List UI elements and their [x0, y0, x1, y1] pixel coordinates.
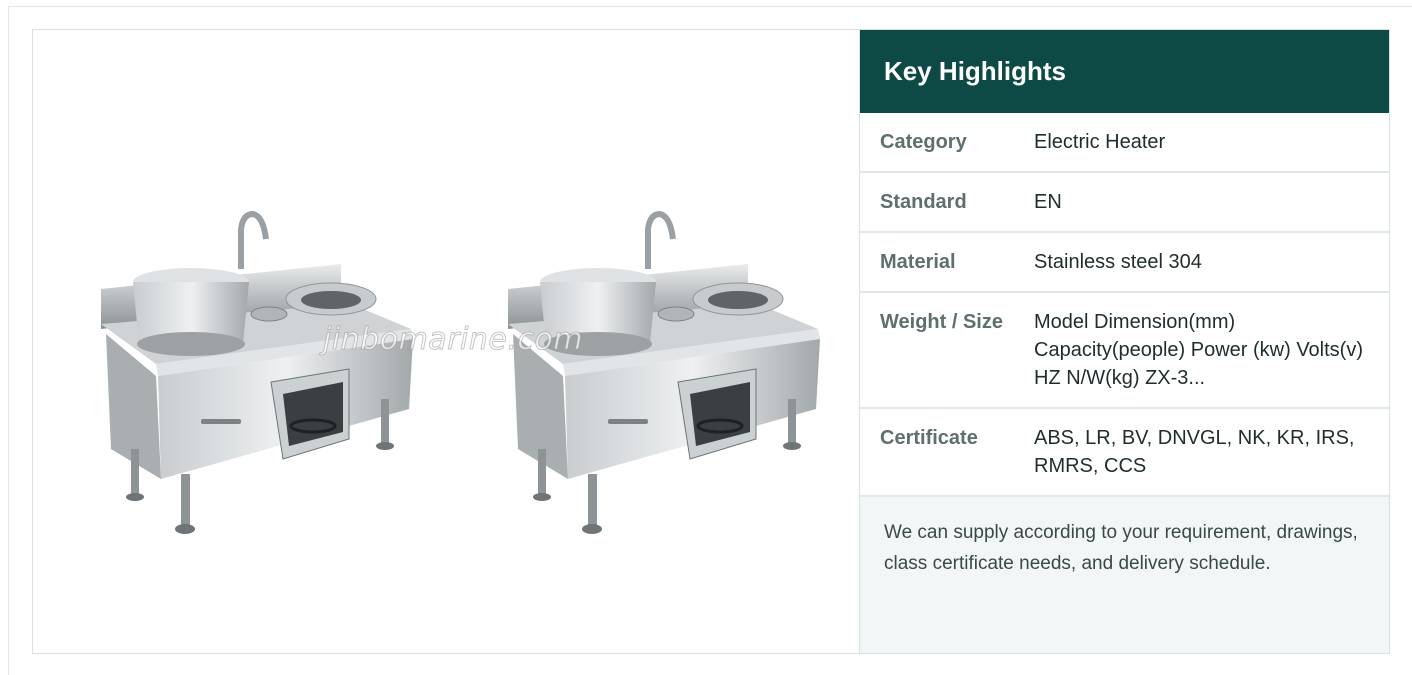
spec-row-weight-size: Weight / Size Model Dimension(mm) Capaci… [860, 292, 1389, 409]
spec-row-material: Material Stainless steel 304 [860, 232, 1389, 293]
spec-label: Weight / Size [860, 292, 1034, 409]
supply-note: We can supply according to your requirem… [860, 497, 1389, 653]
spec-value: Model Dimension(mm) Capacity(people) Pow… [1034, 292, 1389, 409]
spec-value: Stainless steel 304 [1034, 232, 1389, 293]
spec-value: EN [1034, 172, 1389, 233]
spec-row-certificate: Certificate ABS, LR, BV, DNVGL, NK, KR, … [860, 408, 1389, 497]
key-highlights-title: Key Highlights [860, 30, 1389, 113]
watermark-text: jinbomarine.com [323, 322, 583, 358]
spec-row-category: Category Electric Heater [860, 113, 1389, 173]
spec-table: Category Electric Heater Standard EN Mat… [860, 113, 1389, 497]
spec-label: Certificate [860, 408, 1034, 497]
spec-value: Electric Heater [1034, 113, 1389, 173]
spec-value: ABS, LR, BV, DNVGL, NK, KR, IRS, RMRS, C… [1034, 408, 1389, 497]
spec-row-standard: Standard EN [860, 172, 1389, 233]
product-image[interactable]: jinbomarine.com [33, 30, 860, 653]
key-highlights-panel: Key Highlights Category Electric Heater … [860, 30, 1389, 653]
spec-label: Standard [860, 172, 1034, 233]
spec-label: Category [860, 113, 1034, 173]
product-card: jinbomarine.com Key Highlights Category … [32, 29, 1390, 654]
spec-label: Material [860, 232, 1034, 293]
